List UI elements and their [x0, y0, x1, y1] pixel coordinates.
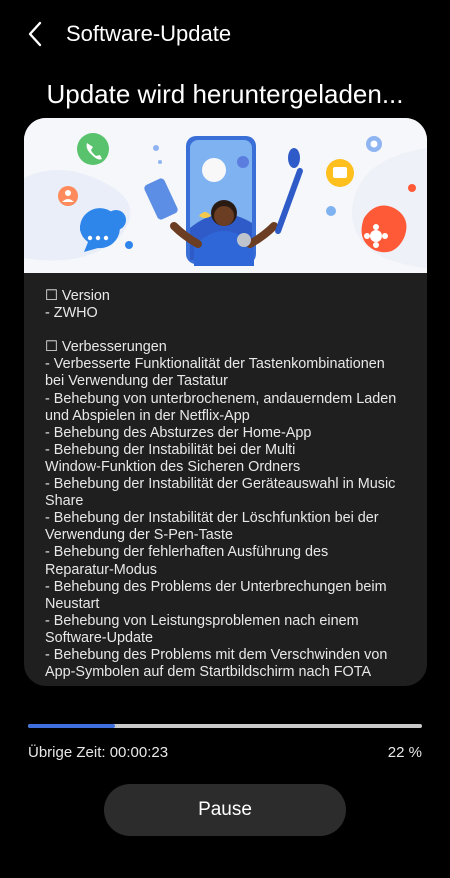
release-note-line: Verwendung der S-Pen-Taste — [45, 527, 233, 544]
release-note-line: - Behebung der fehlerhaften Ausführung d… — [45, 544, 329, 561]
back-button[interactable] — [20, 18, 50, 50]
chevron-left-icon — [28, 21, 42, 47]
release-note-line: Software-Update — [45, 629, 153, 646]
release-note-line: - Behebung des Problems der Unterbrechun… — [45, 578, 387, 595]
release-note-line: bei Verwendung der Tastatur — [45, 373, 228, 390]
remaining-time-label: Übrige Zeit: 00:00:23 — [28, 744, 169, 761]
release-notes: ☐ Version - ZWHO ☐ Verbesserungen - Verbess… — [45, 288, 410, 681]
progress-percent-label: 22 % — [387, 744, 422, 761]
release-notes-spacer — [45, 322, 410, 339]
release-note-line: - Behebung des Absturzes der Home-App — [45, 424, 312, 441]
download-progress-fill — [28, 724, 115, 728]
release-note-line: ☐ Verbesserungen — [45, 339, 167, 356]
download-progress-bar — [28, 724, 422, 728]
release-note-line: - ZWHO — [45, 305, 98, 322]
app-header: Software-Update — [0, 0, 450, 68]
page-title: Software-Update — [66, 21, 232, 46]
release-note-line: Neustart — [45, 595, 100, 612]
pause-button-label: Pause — [198, 799, 252, 820]
release-note-line: - Behebung von Leistungsproblemen nach e… — [45, 612, 359, 629]
release-note-line: - Behebung des Problems mit dem Verschwi… — [45, 646, 388, 663]
release-note-line: ☐ Version — [45, 288, 110, 304]
phone-app-icon — [77, 133, 109, 165]
update-illustration — [24, 118, 427, 273]
pause-button[interactable]: Pause — [104, 784, 346, 836]
release-note-line: - Behebung der Instabilität bei der Mult… — [45, 441, 296, 458]
release-note-line: - Verbesserte Funktionalität der Tastenk… — [45, 356, 385, 373]
release-note-line: Share — [45, 493, 84, 510]
update-info-card[interactable]: ☐ Version - ZWHO ☐ Verbesserungen - Verbess… — [24, 118, 427, 686]
release-note-line: - Behebung von unterbrochenem, andauernd… — [45, 390, 397, 407]
illustration-graphic — [24, 118, 427, 273]
release-note-line: Reparatur-Modus — [45, 561, 157, 578]
release-note-line: - Behebung der Instabilität der Geräteau… — [45, 476, 396, 493]
release-note-line: Window-Funktion des Sicheren Ordners — [45, 458, 301, 475]
download-status-headline: Update wird heruntergeladen... — [46, 79, 404, 109]
release-note-line: - Behebung der Instabilität der Löschfun… — [45, 510, 379, 527]
release-note-line: App-Symbolen auf dem Startbildschirm nac… — [45, 664, 372, 681]
release-note-line: und Abspielen in der Netflix-App — [45, 407, 250, 424]
